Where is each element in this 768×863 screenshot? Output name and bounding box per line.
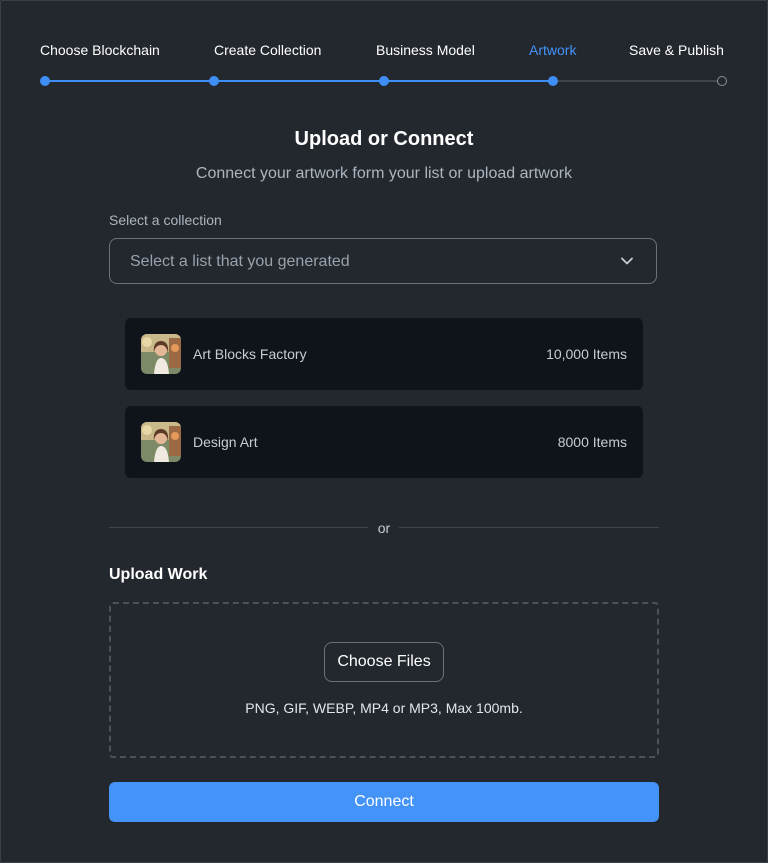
list-item-count: 8000 Items — [557, 434, 627, 450]
collection-select-placeholder: Select a list that you generated — [130, 253, 350, 270]
stepper-progress — [45, 80, 553, 82]
step-save-publish[interactable]: Save & Publish — [629, 42, 724, 58]
list-item[interactable]: Design Art 8000 Items — [125, 406, 643, 478]
page-subtitle: Connect your artwork form your list or u… — [195, 165, 573, 182]
avatar-image-icon — [141, 422, 181, 462]
collection-label: Select a collection — [109, 212, 222, 228]
step-dot-5 — [717, 76, 727, 86]
avatar-image-icon — [141, 334, 181, 374]
list-item-count: 10,000 Items — [546, 346, 627, 362]
list-item-name: Art Blocks Factory — [193, 346, 307, 362]
list-item[interactable]: Art Blocks Factory 10,000 Items — [125, 318, 643, 390]
upload-formats-hint: PNG, GIF, WEBP, MP4 or MP3, Max 100mb. — [245, 700, 523, 716]
upload-title: Upload Work — [109, 566, 208, 583]
step-dot-2 — [209, 76, 219, 86]
divider-left — [109, 527, 368, 528]
page-title: Upload or Connect — [294, 128, 474, 150]
step-artwork[interactable]: Artwork — [529, 42, 576, 58]
step-dot-4 — [548, 76, 558, 86]
or-separator: or — [377, 520, 391, 536]
step-create-collection[interactable]: Create Collection — [214, 42, 321, 58]
connect-button[interactable]: Connect — [109, 782, 659, 822]
stepper: Choose Blockchain Create Collection Busi… — [0, 0, 768, 100]
step-dot-1 — [40, 76, 50, 86]
step-business-model[interactable]: Business Model — [376, 42, 475, 58]
list-item-name: Design Art — [193, 434, 258, 450]
choose-files-button[interactable]: Choose Files — [324, 642, 444, 682]
divider-right — [399, 527, 659, 528]
step-choose-blockchain[interactable]: Choose Blockchain — [40, 42, 160, 58]
collection-select[interactable]: Select a list that you generated — [109, 238, 657, 284]
step-dot-3 — [379, 76, 389, 86]
chevron-down-icon — [621, 257, 633, 265]
